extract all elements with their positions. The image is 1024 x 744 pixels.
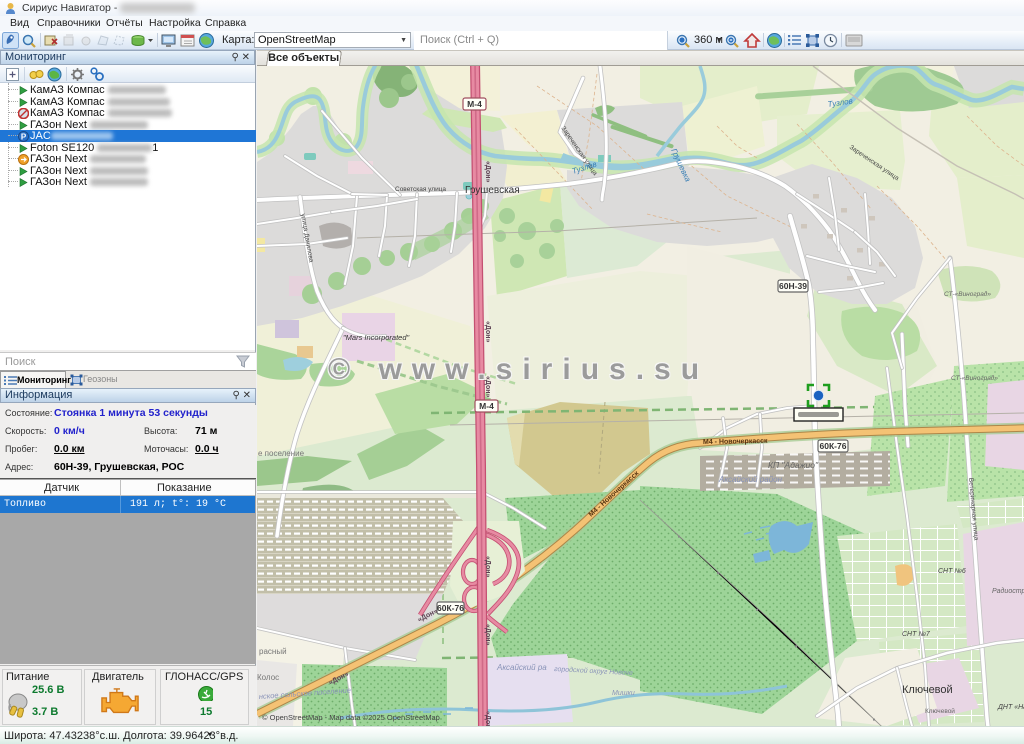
svg-text:P: P: [21, 132, 27, 141]
svg-text:«Дон»: «Дон»: [484, 161, 491, 182]
svg-text:Ключевой: Ключевой: [925, 707, 955, 715]
svg-text:Аксайский ра: Аксайский ра: [496, 663, 547, 672]
svg-text:Советская улица: Советская улица: [395, 186, 446, 193]
svg-text:60К-76: 60К-76: [820, 441, 847, 451]
svg-text:Ключевой: Ключевой: [902, 684, 953, 696]
svg-text:СНТ №6: СНТ №6: [938, 568, 966, 575]
svg-text:«Дон»: «Дон»: [484, 624, 491, 645]
svg-text:расный: расный: [259, 647, 287, 656]
svg-text:«Дон»: «Дон»: [484, 321, 491, 342]
svg-text:СТ-«Виноград»: СТ-«Виноград»: [944, 290, 991, 298]
svg-text:Грушевская: Грушевская: [465, 185, 520, 196]
svg-text:СТ-«Виноград»: СТ-«Виноград»: [951, 374, 998, 382]
svg-text:"Mars Incorporated": "Mars Incorporated": [343, 333, 410, 342]
svg-text:М4 - Новочеркасск: М4 - Новочеркасск: [703, 438, 768, 446]
svg-text:«Дон»: «Дон»: [484, 711, 491, 726]
svg-text:КП "Адажио": КП "Адажио": [768, 460, 819, 470]
svg-text:Радиостр: Радиостр: [992, 587, 1024, 595]
svg-text:Мишки: Мишки: [612, 690, 635, 697]
svg-text:60К-76: 60К-76: [437, 603, 464, 613]
svg-text:СНТ №7: СНТ №7: [902, 631, 931, 638]
svg-text:60Н-39: 60Н-39: [779, 281, 807, 291]
svg-text:М-4: М-4: [467, 99, 482, 109]
svg-text:Колос: Колос: [257, 673, 279, 682]
svg-text:е поселение: е поселение: [258, 449, 305, 458]
svg-text:ДНТ «На: ДНТ «На: [997, 704, 1024, 711]
svg-text:Аксайский район: Аксайский район: [718, 475, 783, 484]
svg-text:М-4: М-4: [479, 401, 494, 411]
svg-text:«Дон»: «Дон»: [484, 556, 491, 577]
